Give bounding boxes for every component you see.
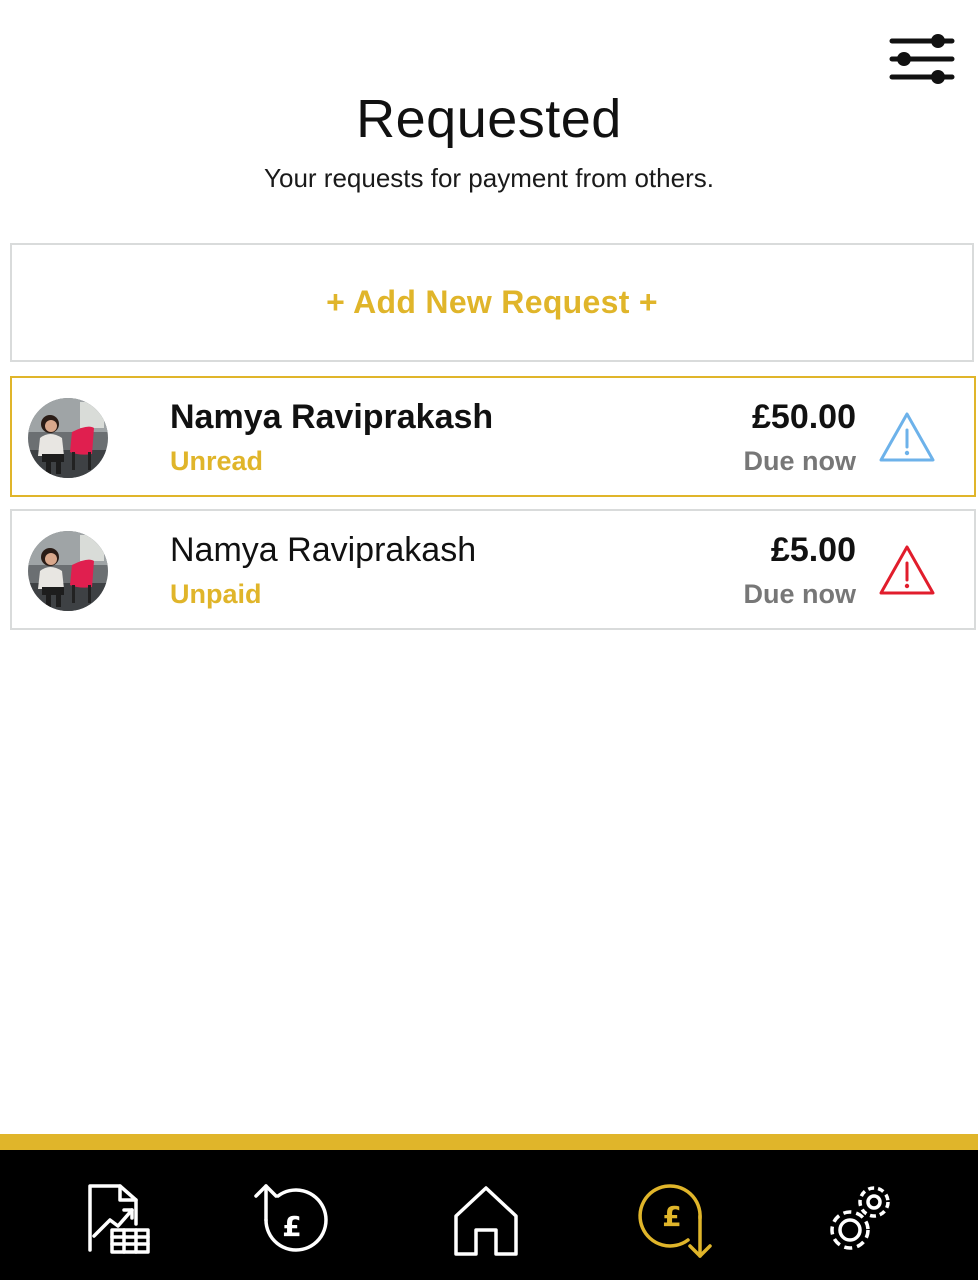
home-icon: [454, 1186, 518, 1256]
request-amount: £5.00: [770, 531, 856, 569]
svg-text:£: £: [662, 1200, 681, 1233]
contact-name: Namya Raviprakash: [170, 531, 477, 569]
due-label: Due now: [743, 579, 857, 609]
tab-request-money[interactable]: £: [638, 1180, 714, 1260]
avatar: [28, 398, 108, 478]
svg-text:£: £: [282, 1210, 301, 1243]
request-amount: £50.00: [752, 398, 856, 436]
tab-statements[interactable]: [80, 1180, 156, 1260]
filter-button[interactable]: [888, 30, 956, 88]
request-status: Unread: [170, 446, 264, 476]
page-title: Requested: [356, 89, 622, 149]
page-subtitle: Your requests for payment from others.: [264, 163, 714, 193]
request-row[interactable]: Namya Raviprakash Unpaid £5.00 Due now: [10, 509, 976, 630]
tab-home[interactable]: [448, 1180, 524, 1260]
send-money-icon: £: [254, 1184, 328, 1252]
tabbar-accent-strip: [0, 1134, 978, 1150]
request-money-icon: £: [638, 1184, 712, 1258]
warning-icon: [879, 545, 935, 595]
sliders-icon: [889, 34, 955, 84]
add-new-request-button[interactable]: + Add New Request +: [10, 243, 974, 362]
contact-name: Namya Raviprakash: [170, 398, 494, 436]
requested-screen: Requested Your requests for payment from…: [0, 0, 978, 1280]
statements-icon: [88, 1184, 150, 1254]
request-status: Unpaid: [170, 579, 262, 609]
avatar: [28, 531, 108, 611]
tab-settings[interactable]: [822, 1180, 898, 1260]
tab-send-money[interactable]: £: [252, 1180, 328, 1260]
warning-icon: [879, 412, 935, 462]
bottom-tab-bar: £ £: [0, 1150, 978, 1280]
settings-icon: [830, 1186, 890, 1250]
due-label: Due now: [743, 446, 857, 476]
request-row[interactable]: Namya Raviprakash Unread £50.00 Due now: [10, 376, 976, 497]
